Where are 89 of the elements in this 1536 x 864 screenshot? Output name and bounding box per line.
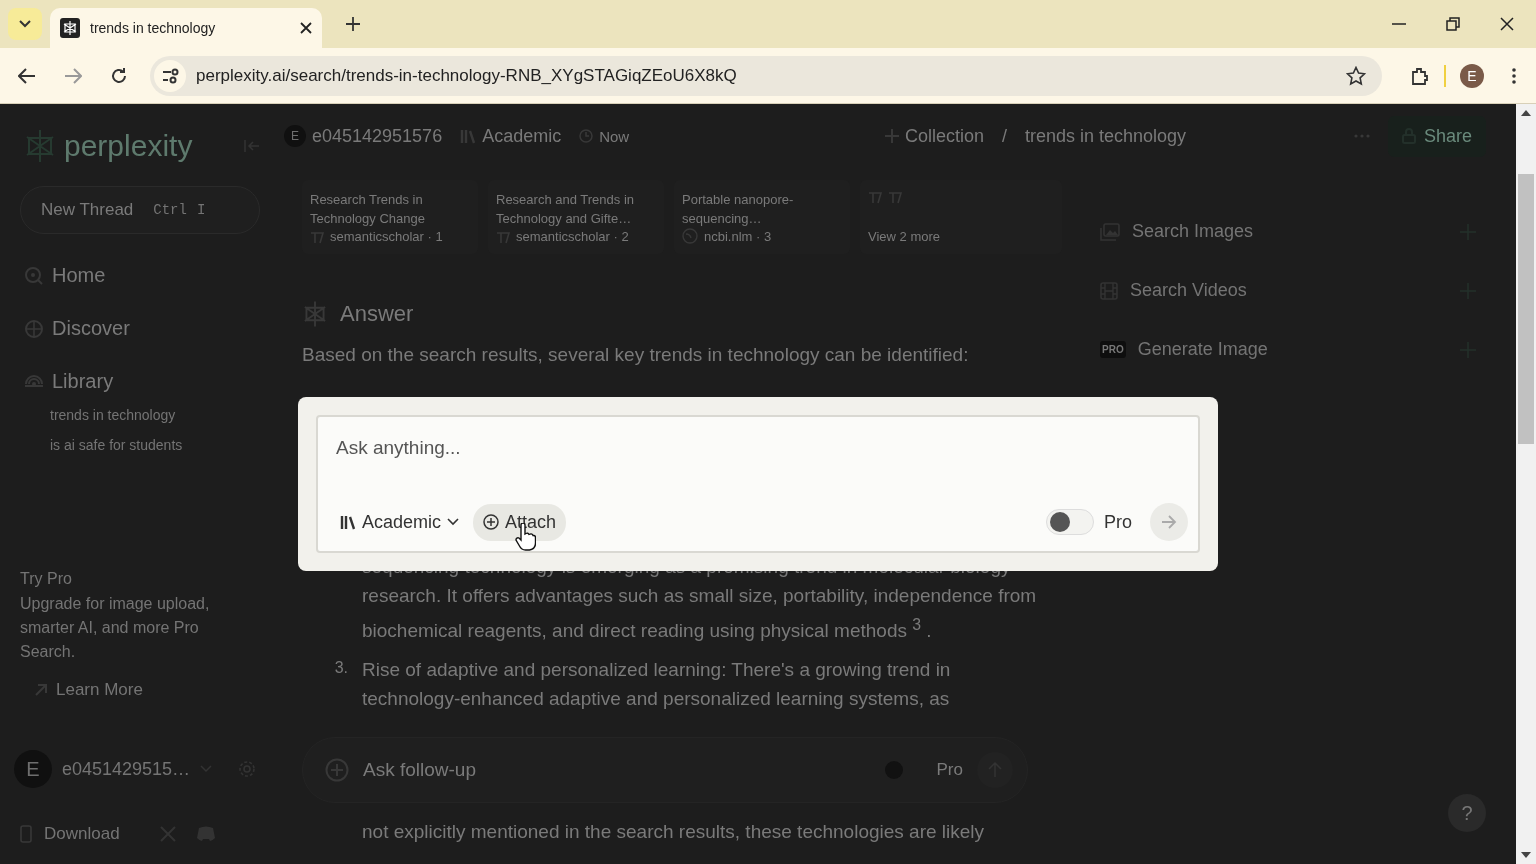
media-search-item[interactable]: PRO Generate Image [1100, 320, 1476, 379]
follow-up-bar[interactable]: Ask follow-up Pro [302, 737, 1028, 804]
nav-link[interactable]: Home [20, 264, 260, 287]
media-search-item[interactable]: Search Images [1100, 202, 1476, 261]
source-site: semanticscholar · 2 [516, 229, 629, 244]
library-thread-link[interactable]: is ai safe for students [50, 437, 260, 453]
answer-text: Rise of adaptive and personalized learning: There's a growing trend in technology-enhanced adaptive and personalized learning systems, as [362, 658, 952, 712]
reload-icon[interactable] [110, 66, 128, 85]
help-button[interactable]: ? [1448, 794, 1486, 832]
phone-icon [20, 825, 32, 843]
books-icon [460, 128, 477, 144]
back-icon[interactable] [18, 67, 36, 84]
time-label: Now [579, 127, 630, 145]
globe-icon [24, 318, 44, 339]
share-button[interactable]: Share [1387, 115, 1486, 157]
forward-icon[interactable] [64, 67, 82, 84]
media-search-item[interactable]: Search Videos [1100, 261, 1476, 320]
focus-label: Academic [460, 125, 562, 147]
bookmark-star-icon[interactable] [1346, 65, 1366, 86]
list-number: 3. [333, 658, 348, 679]
thread-title: trends in technology [1025, 125, 1187, 147]
breadcrumb-separator: / [1002, 125, 1007, 147]
view-more-label: View 2 more [868, 229, 941, 244]
address-bar[interactable]: perplexity.ai/search/trends-in-technology-RNB_XYgSTAGiqZEoU6X8kQ [150, 55, 1382, 96]
pro-badge: PRO [1100, 341, 1126, 358]
source-site: ncbi.nlm · 3 [704, 228, 772, 244]
add-to-collection-button[interactable]: Collection [884, 125, 984, 147]
scrollbar[interactable] [1516, 104, 1536, 864]
new-tab-icon[interactable] [346, 17, 360, 31]
user-avatar[interactable]: E [14, 750, 52, 788]
account-name[interactable]: e0451429515… [62, 758, 191, 780]
attach-button[interactable]: Attach [473, 503, 567, 541]
new-thread-button[interactable]: New Thread Ctrl I [20, 186, 260, 234]
plus-icon [884, 129, 899, 143]
pro-toggle[interactable] [1046, 509, 1094, 535]
extensions-icon[interactable] [1410, 65, 1430, 86]
profile-avatar[interactable]: E [1460, 63, 1484, 88]
logo-icon [302, 300, 328, 328]
arrow-right-icon [1161, 515, 1177, 529]
restore-icon[interactable] [1446, 17, 1460, 31]
plus-circle-icon[interactable] [325, 758, 349, 783]
source-title: Research and Trends in Technology and Gifte… [496, 191, 636, 228]
pro-label: Pro [936, 760, 963, 781]
try-pro-text: Upgrade for image upload, smarter AI, and more Pro Search. [20, 594, 211, 662]
chevron-down-icon [447, 518, 460, 526]
tab-title: trends in technology [90, 20, 217, 36]
author-avatar: E [284, 125, 306, 147]
paper-icon [888, 190, 902, 204]
browser-tab[interactable]: trends in technology [50, 8, 322, 48]
ask-input-box[interactable]: Ask anything... Academic Attach Pro [316, 415, 1200, 553]
close-window-icon[interactable] [1500, 17, 1514, 31]
logo-icon [24, 128, 56, 164]
source-title: Portable nanopore-sequencing… [682, 191, 795, 228]
more-menu-icon[interactable] [1512, 67, 1516, 84]
search-icon [24, 265, 44, 286]
paper-icon [310, 229, 324, 244]
tab-search-button[interactable] [8, 8, 42, 40]
source-site: semanticscholar · 1 [330, 229, 443, 244]
author-name: e045142951576 [312, 125, 443, 147]
site-settings-icon[interactable] [154, 59, 186, 92]
globe-icon [682, 228, 698, 244]
paper-icon [868, 190, 882, 204]
close-tab-icon[interactable] [300, 22, 312, 34]
answer-heading: Answer [340, 301, 414, 327]
ask-input[interactable]: Ask anything... [336, 431, 1188, 465]
chevron-down-icon [19, 20, 31, 28]
focus-dropdown[interactable]: Academic [336, 503, 464, 541]
scroll-up-icon[interactable] [1521, 110, 1531, 116]
plus-circle-icon [483, 514, 500, 530]
nav-link[interactable]: Library [20, 370, 260, 393]
logo-text: perplexity [64, 129, 193, 163]
nav-link[interactable]: Discover [20, 317, 260, 340]
scrollbar-thumb[interactable] [1518, 174, 1534, 444]
clock-icon [579, 129, 594, 143]
url-text: perplexity.ai/search/trends-in-technology-RNB_XYgSTAGiqZEoU6X8kQ [196, 65, 737, 86]
submit-button[interactable] [1150, 503, 1188, 541]
paper-icon [496, 229, 510, 244]
library-thread-link[interactable]: trends in technology [50, 407, 260, 423]
learn-more-link[interactable]: Learn More [34, 680, 260, 700]
scroll-down-icon[interactable] [1521, 852, 1531, 858]
answer-text: Based on the search results, several key trends in technology can be identified: [302, 344, 970, 366]
arrow-up-right-icon [34, 683, 48, 697]
books-icon [340, 514, 356, 530]
follow-up-placeholder: Ask follow-up [363, 759, 476, 782]
site-logo-icon [60, 18, 80, 38]
download-link[interactable]: Download [20, 824, 120, 844]
answer-text: not explicitly mentioned in the search results, these technologies are likely [362, 820, 986, 845]
try-pro-title: Try Pro [20, 570, 73, 588]
pro-label: Pro [1104, 511, 1132, 533]
